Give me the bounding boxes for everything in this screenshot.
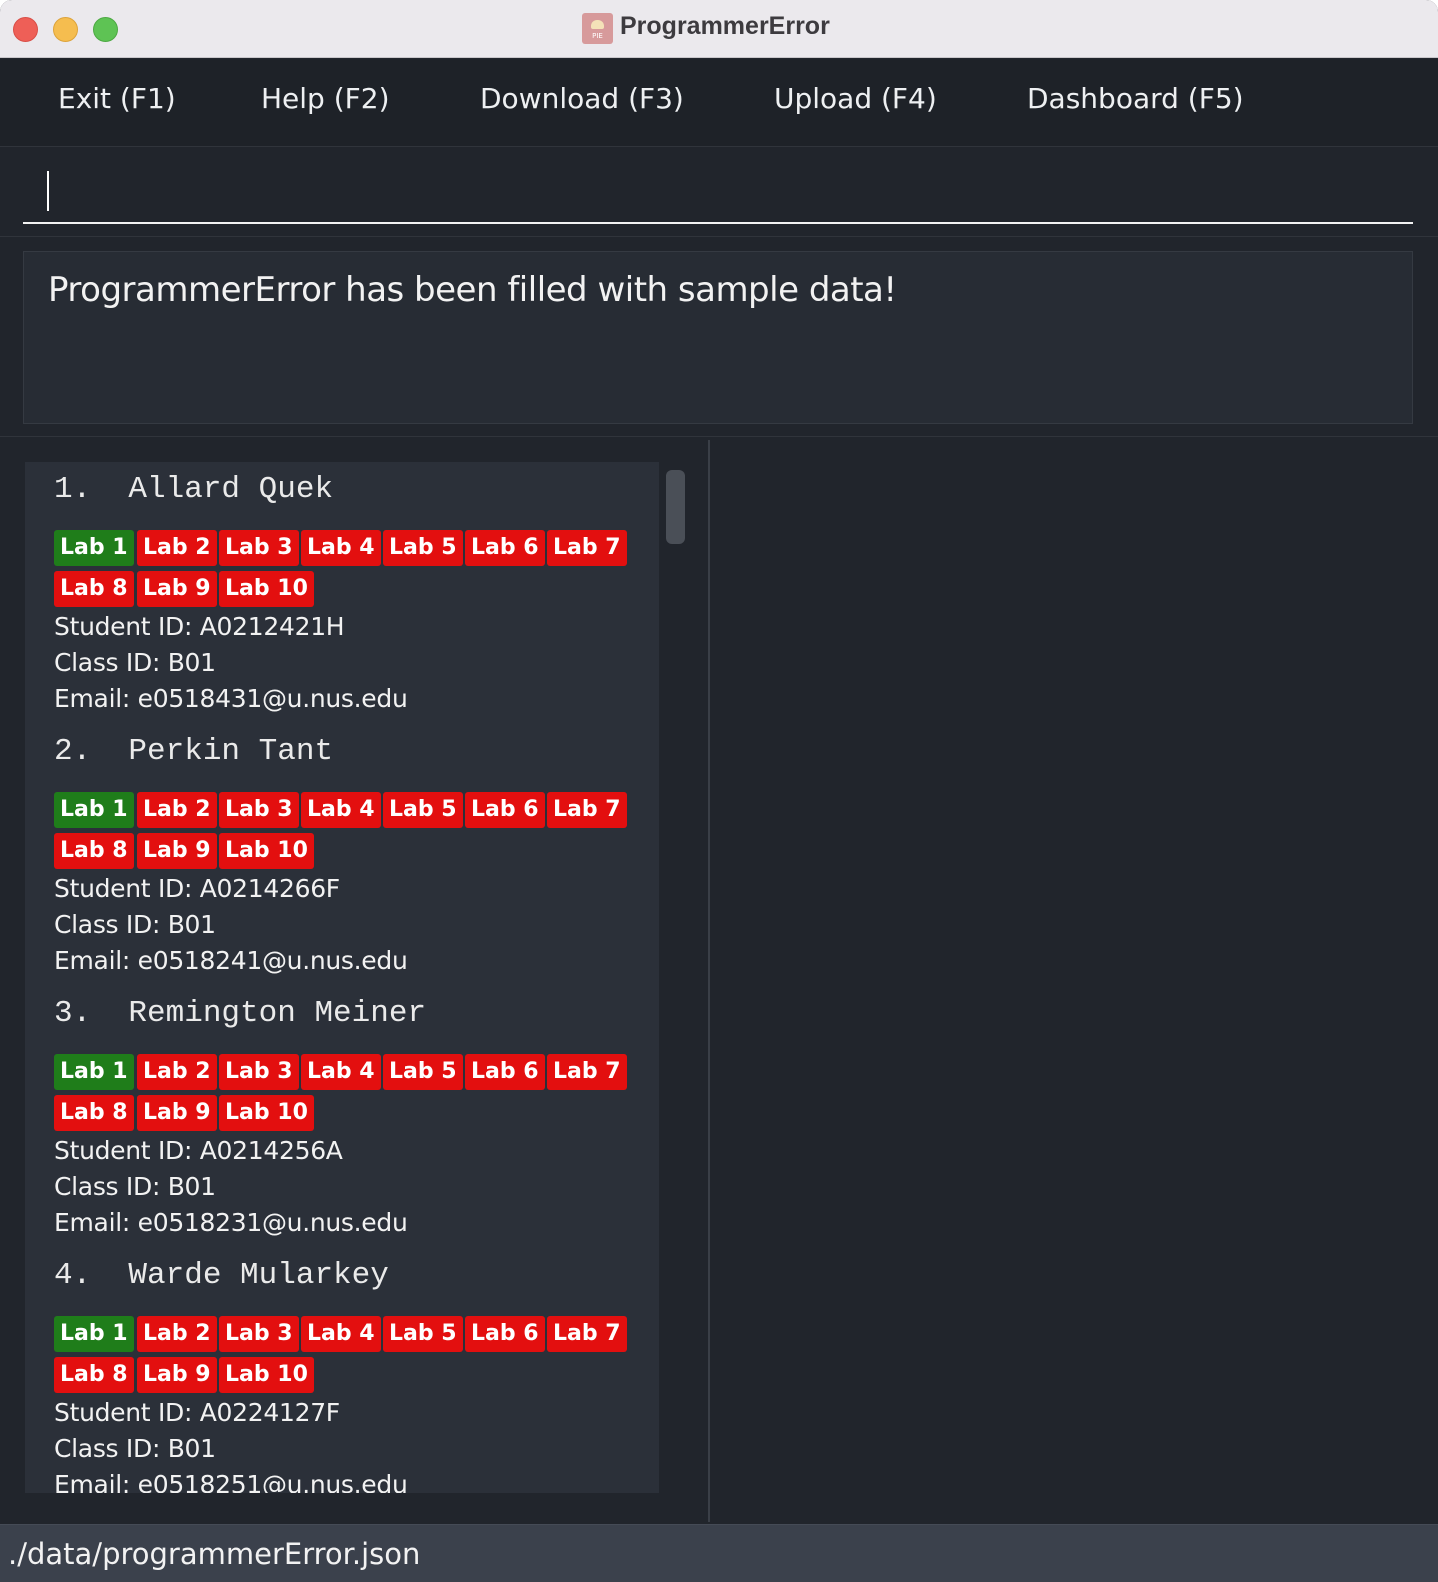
student-id: Student ID: A0214256A — [54, 1136, 343, 1165]
lab-tag: Lab 2 — [137, 1316, 217, 1352]
window-title: ProgrammerError — [620, 12, 830, 40]
lab-tag: Lab 9 — [137, 833, 217, 869]
command-box — [0, 148, 1438, 237]
student-card[interactable]: 3. Remington Meiner Lab 1 Lab 2 Lab 3 Lab 4L… — [25, 986, 659, 1250]
student-id: Student ID: A0212421H — [54, 612, 345, 641]
lab-tag: Lab 10 — [219, 1095, 314, 1131]
class-id: Class ID: B01 — [54, 648, 216, 677]
maximize-window-button[interactable] — [93, 17, 118, 42]
lab-tag: Lab 8 — [54, 1357, 134, 1393]
student-list-panel: 1. Allard Quek Lab 1 Lab 2 Lab 3 Lab 4 Lab 5L… — [3, 440, 710, 1522]
lab-tag: Lab 10 — [219, 571, 314, 607]
lab-tag: Lab 3 — [219, 530, 299, 566]
lab-tag: Lab 4 — [301, 1054, 381, 1090]
lab-tag: Lab 5 — [383, 530, 463, 566]
lab-tag: Lab 6 — [465, 1054, 545, 1090]
student-name: 1. Allard Quek — [54, 472, 334, 507]
result-message: ProgrammerError has been filled with sam… — [48, 270, 897, 310]
lab-tag: Lab 3 — [219, 1054, 299, 1090]
lab-tag: Lab 4 — [301, 792, 381, 828]
lab-tag: Lab 1 — [54, 530, 134, 566]
student-email: Email: e0518231@u.nus.edu — [54, 1208, 408, 1237]
student-email: Email: e0518431@u.nus.edu — [54, 684, 408, 713]
lab-tag: Lab 3 — [219, 1316, 299, 1352]
lab-tag: Lab 5 — [383, 1316, 463, 1352]
lab-tag: Lab 6 — [465, 792, 545, 828]
student-name: 2. Perkin Tant — [54, 734, 334, 769]
lab-tag: Lab 2 — [137, 1054, 217, 1090]
close-window-button[interactable] — [13, 17, 38, 42]
lab-tag: Lab 2 — [137, 530, 217, 566]
file-path: ./data/programmerError.json — [8, 1537, 421, 1571]
lab-tag: Lab 9 — [137, 1357, 217, 1393]
student-card[interactable]: 1. Allard Quek Lab 1 Lab 2 Lab 3 Lab 4 Lab 5L… — [25, 462, 659, 726]
lab-tag: Lab 2 — [137, 792, 217, 828]
app-logo-icon: PIE — [582, 13, 613, 44]
class-id: Class ID: B01 — [54, 1172, 216, 1201]
class-id: Class ID: B01 — [54, 910, 216, 939]
lab-tag: Lab 3 — [219, 792, 299, 828]
menu-bar: Exit (F1) Help (F2) Download (F3) Upload… — [0, 59, 1438, 147]
lab-tag: Lab 5 — [383, 1054, 463, 1090]
student-email: Email: e0518251@u.nus.edu — [54, 1470, 408, 1493]
dashboard-panel — [712, 440, 1438, 1522]
lab-tag: Lab 7 — [547, 1316, 627, 1352]
lab-tag: Lab 7 — [547, 792, 627, 828]
student-id: Student ID: A0214266F — [54, 874, 340, 903]
lab-tag: Lab 1 — [54, 792, 134, 828]
menu-upload[interactable]: Upload (F4) — [774, 82, 937, 115]
lab-tag: Lab 9 — [137, 1095, 217, 1131]
lab-tag: Lab 6 — [465, 1316, 545, 1352]
lab-tag: Lab 1 — [54, 1316, 134, 1352]
student-card[interactable]: 2. Perkin Tant Lab 1 Lab 2 Lab 3 Lab 4 Lab 5L… — [25, 724, 659, 988]
lab-tag: Lab 7 — [547, 530, 627, 566]
lab-tag: Lab 1 — [54, 1054, 134, 1090]
lab-tag: Lab 8 — [54, 1095, 134, 1131]
lab-tag: Lab 8 — [54, 833, 134, 869]
list-scrollbar[interactable] — [666, 470, 685, 544]
lab-tag: Lab 6 — [465, 530, 545, 566]
lab-tag: Lab 4 — [301, 1316, 381, 1352]
lab-tag: Lab 5 — [383, 792, 463, 828]
app-window: PIE ProgrammerError Exit (F1) Help (F2) … — [0, 0, 1438, 1582]
command-input[interactable] — [23, 148, 1413, 224]
lab-tag: Lab 8 — [54, 571, 134, 607]
minimize-window-button[interactable] — [53, 17, 78, 42]
text-caret — [47, 171, 49, 211]
menu-download[interactable]: Download (F3) — [480, 82, 684, 115]
student-name: 3. Remington Meiner — [54, 996, 427, 1031]
status-bar: ./data/programmerError.json — [0, 1524, 1438, 1582]
result-display: ProgrammerError has been filled with sam… — [0, 238, 1438, 437]
menu-dashboard[interactable]: Dashboard (F5) — [1027, 82, 1244, 115]
menu-help[interactable]: Help (F2) — [261, 82, 390, 115]
menu-exit[interactable]: Exit (F1) — [58, 82, 176, 115]
lab-tag: Lab 10 — [219, 833, 314, 869]
student-list[interactable]: 1. Allard Quek Lab 1 Lab 2 Lab 3 Lab 4 Lab 5L… — [25, 462, 659, 1493]
student-id: Student ID: A0224127F — [54, 1398, 340, 1427]
lab-tag: Lab 7 — [547, 1054, 627, 1090]
result-text-area[interactable]: ProgrammerError has been filled with sam… — [23, 251, 1413, 424]
student-name: 4. Warde Mularkey — [54, 1258, 389, 1293]
student-email: Email: e0518241@u.nus.edu — [54, 946, 408, 975]
class-id: Class ID: B01 — [54, 1434, 216, 1463]
title-bar: PIE ProgrammerError — [0, 0, 1438, 58]
student-card[interactable]: 4. Warde Mularkey Lab 1 Lab 2 Lab 3 Lab 4 Lab… — [25, 1248, 659, 1493]
lab-tag: Lab 9 — [137, 571, 217, 607]
lab-tag: Lab 10 — [219, 1357, 314, 1393]
app-logo-label: PIE — [592, 32, 603, 40]
lab-tag: Lab 4 — [301, 530, 381, 566]
